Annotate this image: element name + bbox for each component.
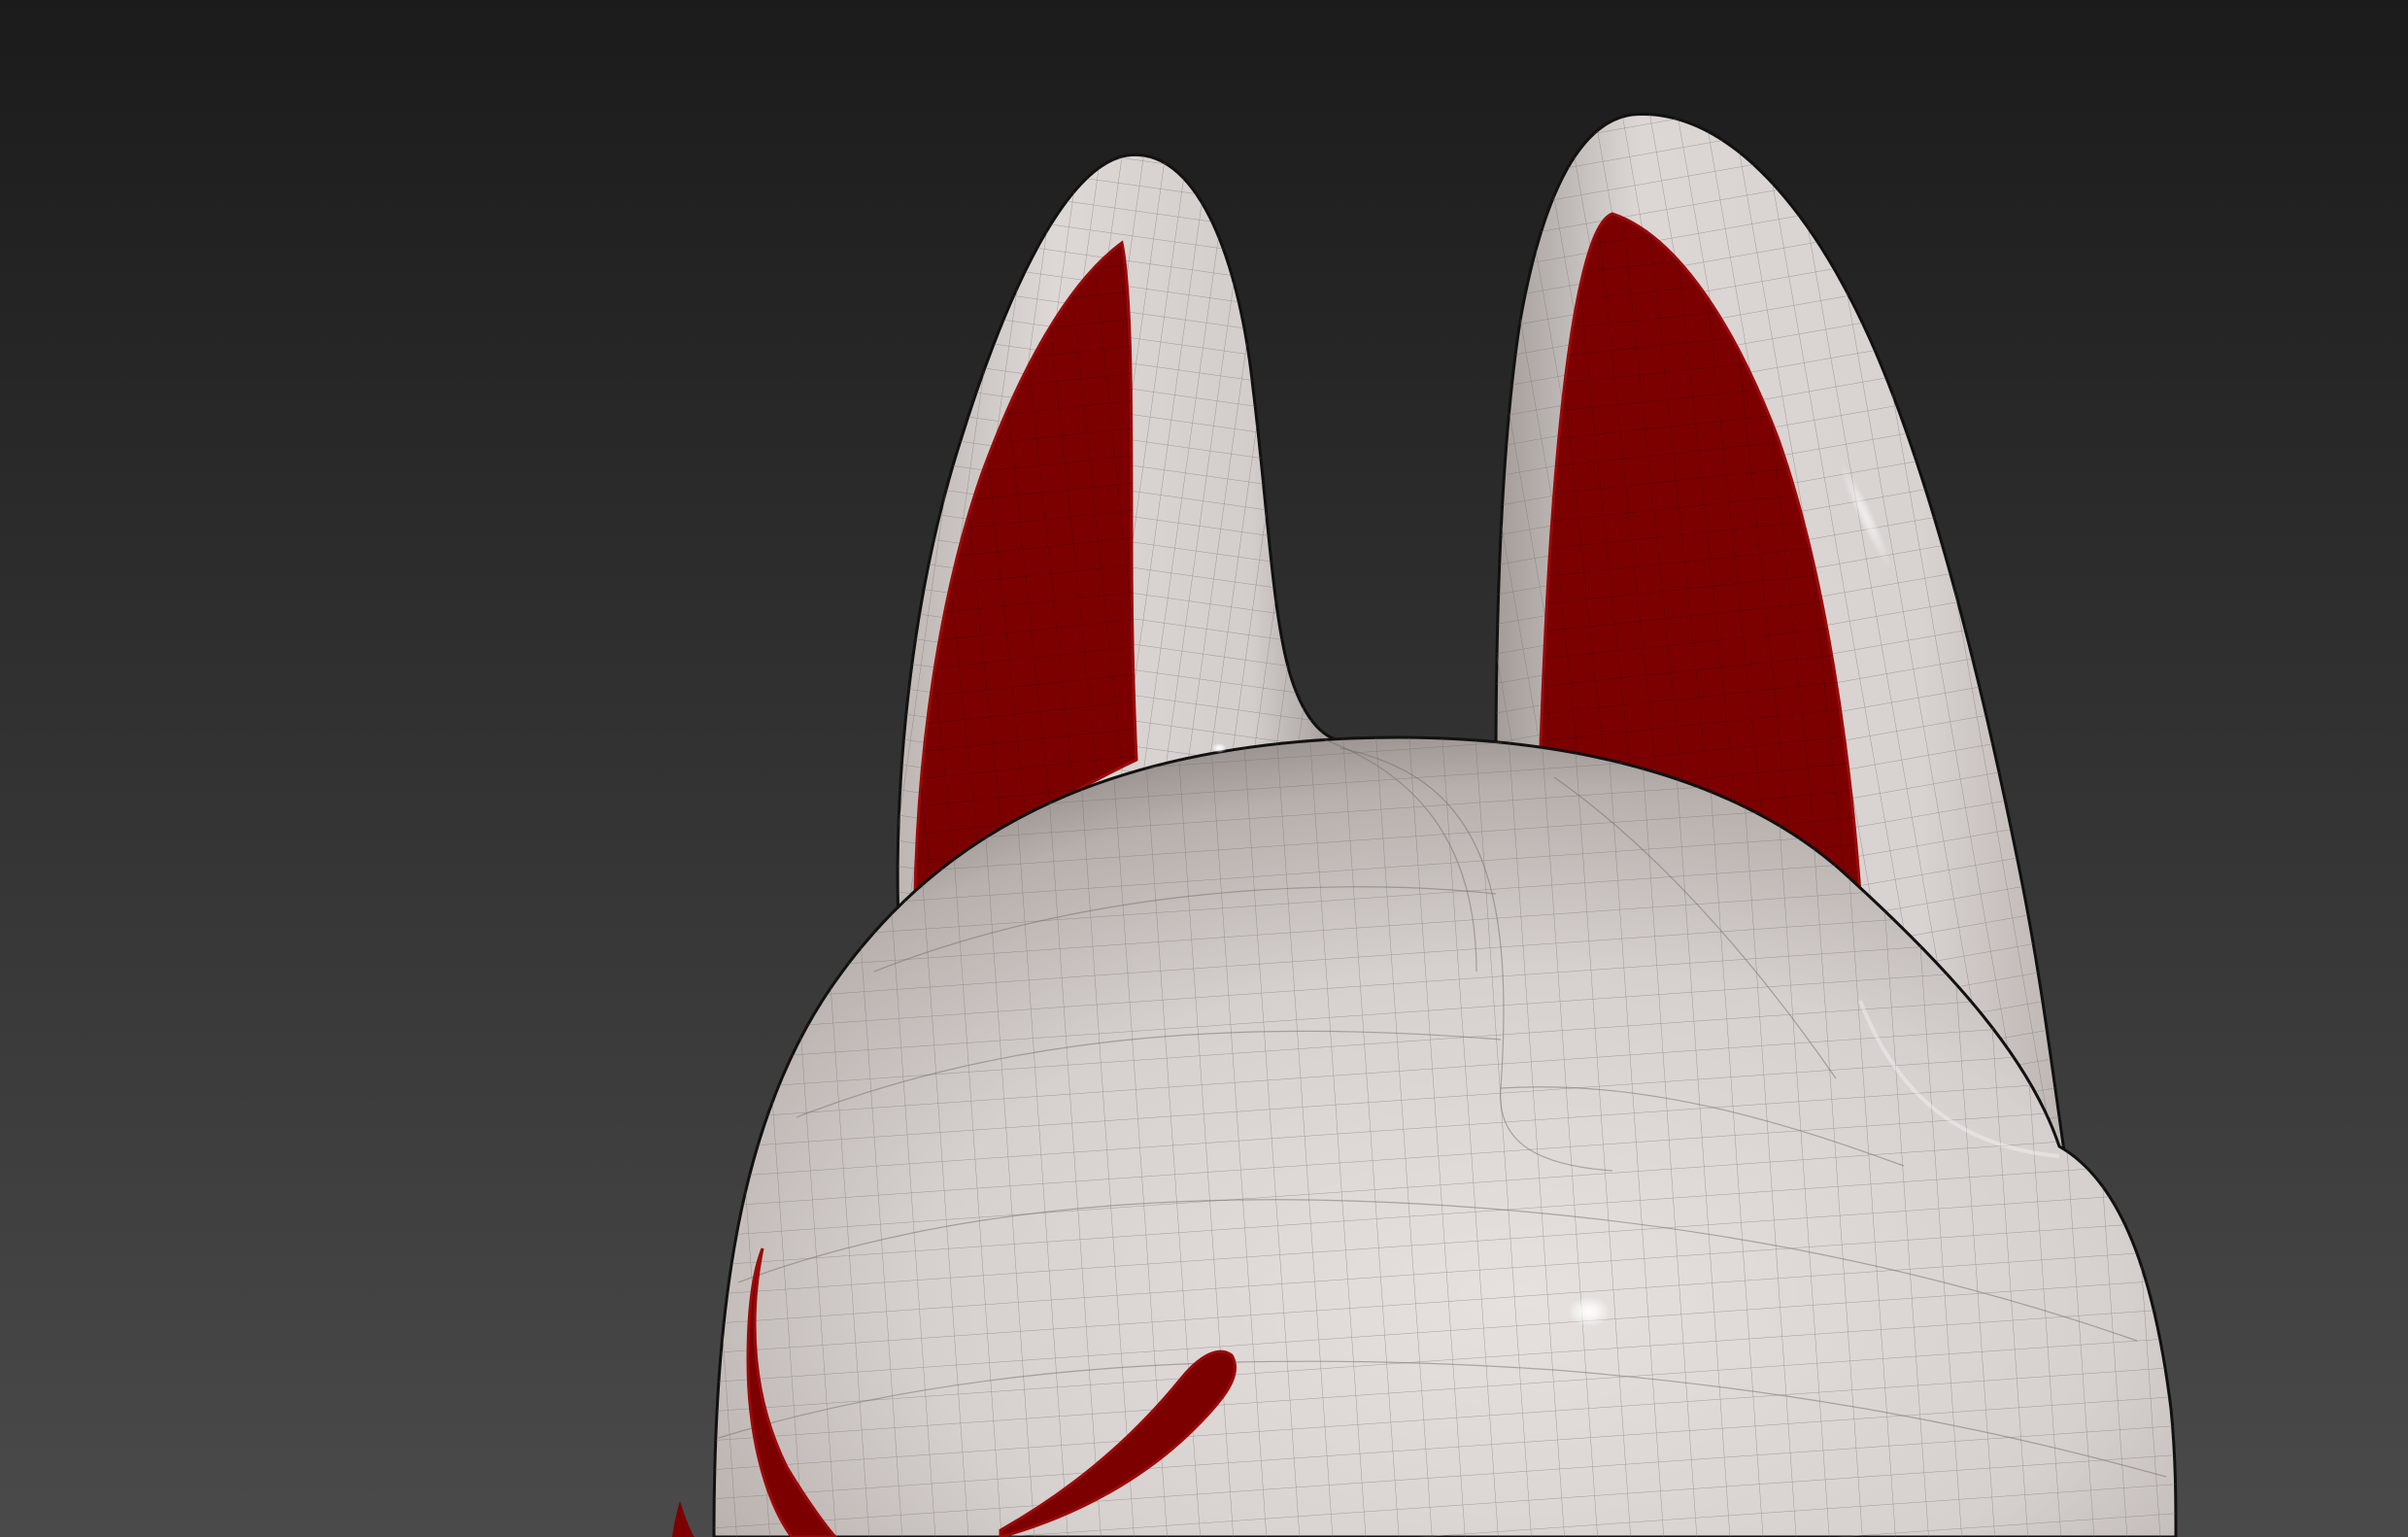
- 3d-viewport[interactable]: [0, 0, 2408, 1537]
- viewport-canvas[interactable]: [0, 0, 2408, 1537]
